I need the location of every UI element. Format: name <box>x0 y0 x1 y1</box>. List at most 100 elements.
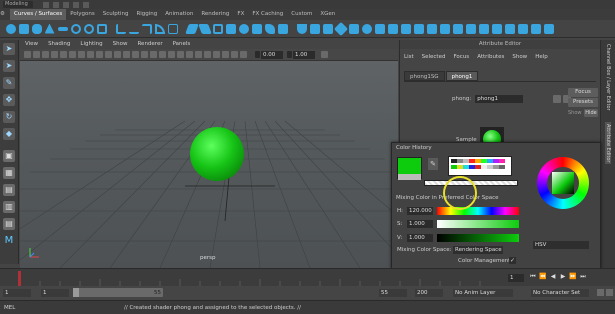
input-connections-icon[interactable] <box>553 95 562 103</box>
nurbs-cylinder-icon[interactable] <box>31 23 42 34</box>
viewport[interactable]: persp <box>20 61 398 268</box>
anim-layer-dropdown[interactable]: No Anim Layer <box>453 288 513 297</box>
range-slider[interactable]: 55 <box>73 288 163 297</box>
nurbs-square-icon[interactable] <box>96 23 107 34</box>
tab-phong1[interactable]: phong1 <box>445 71 479 81</box>
resolution-gate-icon[interactable] <box>78 51 85 58</box>
color-management-checkbox[interactable]: ✓ <box>509 257 516 264</box>
nurbs-cone-icon[interactable] <box>44 23 55 34</box>
viewport-menu-view[interactable]: View <box>20 40 43 49</box>
shelf-settings-icon[interactable]: ⚙ <box>0 9 10 20</box>
color-history-swatches[interactable] <box>448 156 512 176</box>
shelf-tab-custom[interactable]: Custom <box>287 9 316 20</box>
trim-tool-icon[interactable] <box>426 23 437 34</box>
planar-icon[interactable] <box>322 23 333 34</box>
tab-phong1sg[interactable]: phong1SG <box>404 71 445 81</box>
preferences-icon[interactable] <box>606 289 613 296</box>
ae-menu-help[interactable]: Help <box>531 51 552 63</box>
color-wheel[interactable] <box>537 157 589 209</box>
open-close-icon[interactable] <box>478 23 489 34</box>
viewport-menu-renderer[interactable]: Renderer <box>132 40 167 49</box>
extend-curve-icon[interactable] <box>225 23 236 34</box>
anti-aliasing-icon[interactable] <box>204 51 211 58</box>
shelf-tab-animation[interactable]: Animation <box>161 9 197 20</box>
grid-icon[interactable] <box>60 51 67 58</box>
range-end-field[interactable]: 55 <box>379 288 407 297</box>
exposure-field[interactable]: 0.00 <box>261 50 283 59</box>
shelf-tab-rigging[interactable]: Rigging <box>132 9 161 20</box>
shelf-tab-rendering[interactable]: Rendering <box>197 9 233 20</box>
open-scene-icon[interactable] <box>53 1 59 8</box>
play-forwards-icon[interactable]: ▶ <box>559 273 567 281</box>
attach-curves-icon[interactable] <box>184 23 199 34</box>
xray-active-components-icon[interactable] <box>231 51 238 58</box>
smooth-shade-icon[interactable] <box>132 51 139 58</box>
safe-action-icon[interactable] <box>105 51 112 58</box>
hide-button[interactable]: Hide <box>584 109 598 117</box>
shelf-tab-curves-surfaces[interactable]: Curves / Surfaces <box>10 9 67 20</box>
isolate-select-icon[interactable] <box>213 51 220 58</box>
channel-box-tab[interactable]: Channel Box / Layer Editor <box>605 44 611 111</box>
attach-surfaces-icon[interactable] <box>452 23 463 34</box>
field-chart-icon[interactable] <box>96 51 103 58</box>
shelf-tab-sculpting[interactable]: Sculpting <box>99 9 133 20</box>
ae-menu-selected[interactable]: Selected <box>418 51 450 63</box>
auto-key-icon[interactable] <box>597 289 604 296</box>
film-gate-icon[interactable] <box>69 51 76 58</box>
persp-outliner-layout-icon[interactable]: ▤ <box>3 184 15 196</box>
step-back-icon[interactable]: ⏪ <box>539 273 547 281</box>
nurbs-plane-icon[interactable] <box>57 26 68 31</box>
rotate-tool-icon[interactable]: ↻ <box>3 111 15 123</box>
viewport-menu-shading[interactable]: Shading <box>43 40 75 49</box>
play-backwards-icon[interactable]: ◀ <box>549 273 557 281</box>
four-view-layout-icon[interactable]: ▦ <box>3 167 15 179</box>
loft-icon[interactable] <box>309 23 320 34</box>
gamma-field[interactable]: 1.00 <box>293 50 315 59</box>
square-surface-icon[interactable] <box>387 23 398 34</box>
detach-surfaces-icon[interactable] <box>465 23 476 34</box>
offset-curve-icon[interactable] <box>238 23 249 34</box>
camera-attributes-icon[interactable] <box>33 51 40 58</box>
default-material-icon[interactable] <box>141 51 148 58</box>
attribute-editor-side-tab[interactable]: Attribute Editor <box>605 122 611 165</box>
shelf-tab-fx[interactable]: FX <box>233 9 248 20</box>
color-mode-dropdown[interactable]: HSV <box>533 241 589 249</box>
bookmark-icon[interactable] <box>42 51 49 58</box>
add-points-tool-icon[interactable] <box>264 23 275 34</box>
range-start-field[interactable]: 1 <box>41 288 69 297</box>
s-field[interactable]: 1.000 <box>407 220 433 228</box>
nurbs-torus-icon[interactable] <box>70 23 81 34</box>
screen-space-ao-icon[interactable] <box>186 51 193 58</box>
hue-slider[interactable] <box>437 207 519 215</box>
v-field[interactable]: 1.000 <box>407 234 433 242</box>
camera-icon[interactable] <box>24 51 31 58</box>
time-slider[interactable]: ⏮ ⏪ ◀ ▶ ⏩ ⏭ 1 <box>0 268 615 286</box>
green-sphere[interactable] <box>190 127 244 181</box>
scale-tool-icon[interactable]: ◆ <box>3 128 15 140</box>
bezier-curve-tool-icon[interactable] <box>167 23 178 34</box>
mel-label[interactable]: MEL <box>4 305 34 311</box>
persp-graph-layout-icon[interactable]: ▥ <box>3 201 15 213</box>
move-tool-icon[interactable]: ✥ <box>3 94 15 106</box>
shelf-tab-xgen[interactable]: XGen <box>316 9 339 20</box>
eyedropper-icon[interactable]: ✎ <box>428 158 438 170</box>
gate-mask-icon[interactable] <box>87 51 94 58</box>
character-set-dropdown[interactable]: No Character Set <box>531 288 589 297</box>
pencil-curve-tool-icon[interactable] <box>141 23 152 34</box>
anim-start-field[interactable]: 1 <box>3 288 31 297</box>
outliner-layout-icon[interactable]: ▤ <box>3 218 15 230</box>
gamma-icon[interactable] <box>287 51 292 58</box>
workspace-selector[interactable]: Modeling <box>3 1 33 8</box>
step-forward-icon[interactable]: ⏩ <box>569 273 577 281</box>
viewport-menu-panels[interactable]: Panels <box>168 40 196 49</box>
nurbs-sphere-icon[interactable] <box>5 23 16 34</box>
arc-tool-icon[interactable] <box>154 23 165 34</box>
ae-menu-attributes[interactable]: Attributes <box>473 51 508 63</box>
motion-blur-icon[interactable] <box>195 51 202 58</box>
new-scene-icon[interactable] <box>43 1 49 8</box>
detach-curves-icon[interactable] <box>197 23 212 34</box>
cv-curve-tool-icon[interactable] <box>115 23 126 34</box>
curve-editing-tool-icon[interactable] <box>277 23 288 34</box>
presets-button[interactable]: Presets <box>568 98 598 107</box>
rebuild-surface-icon[interactable] <box>517 23 528 34</box>
